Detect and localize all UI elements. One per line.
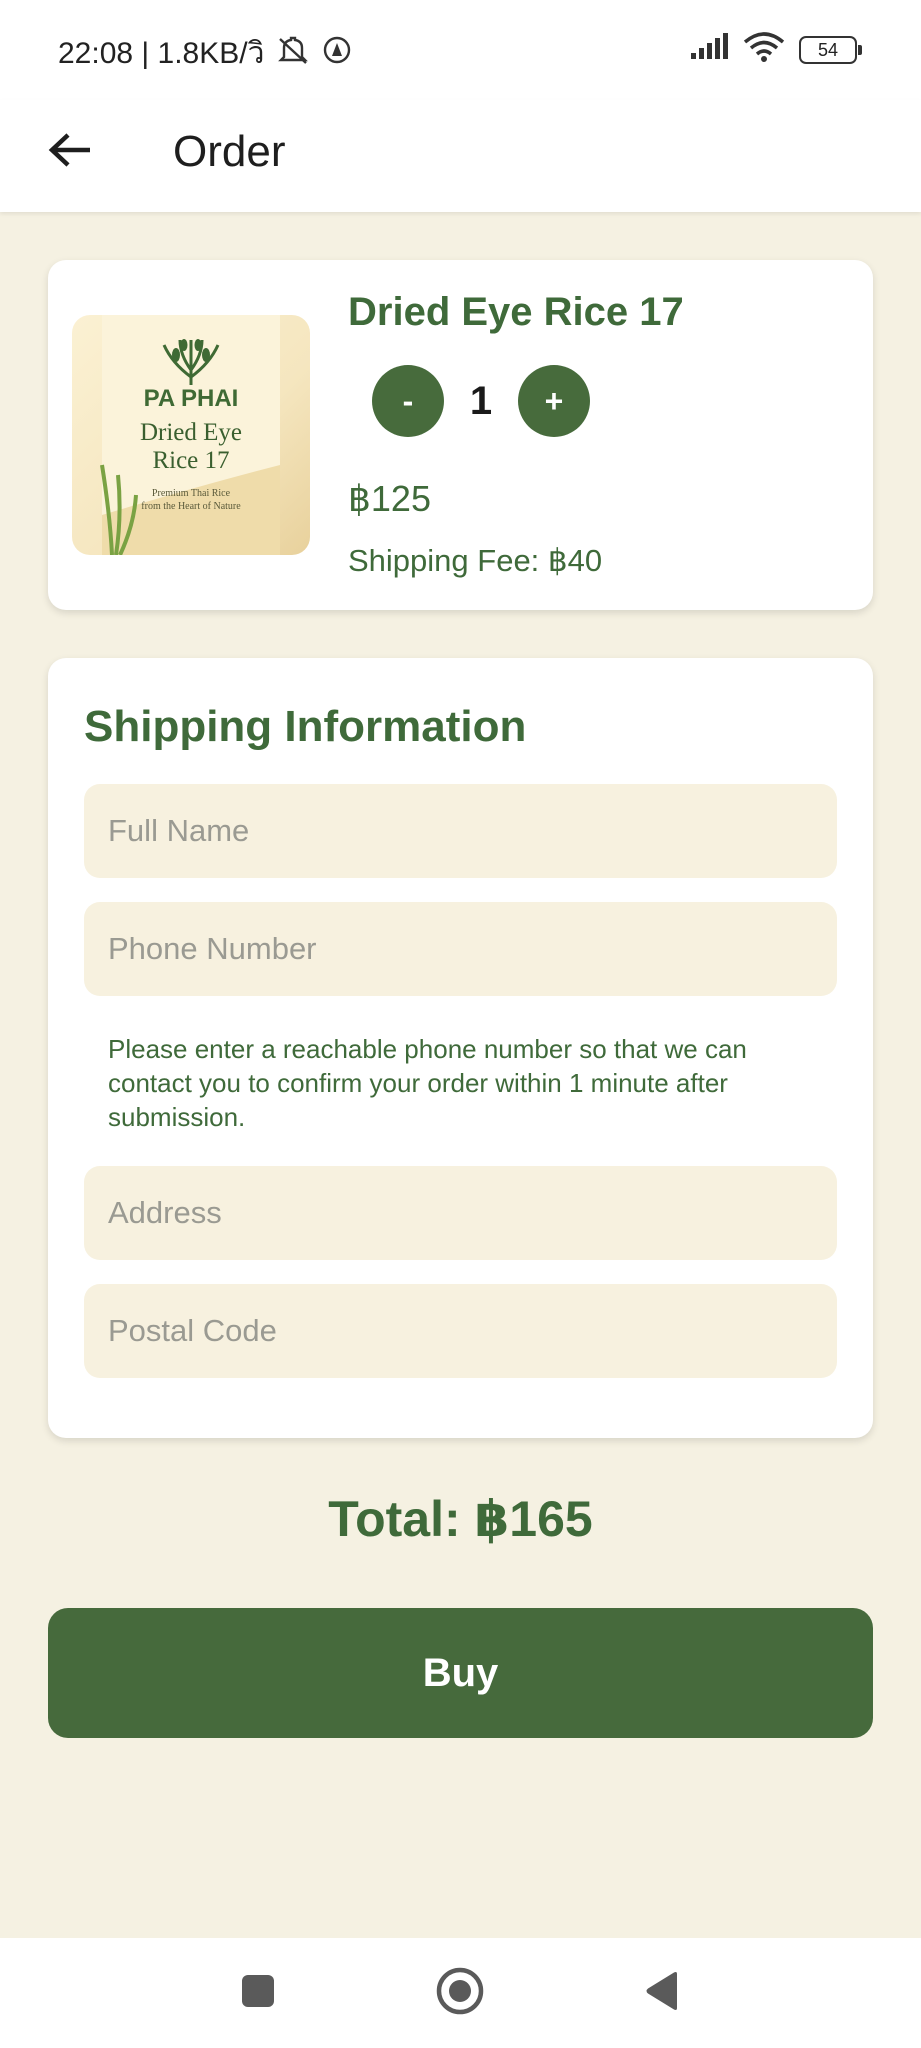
status-time: 22:08 | 1.8KB/วิ <box>58 37 265 70</box>
full-name-input[interactable] <box>84 784 837 878</box>
order-total: Total: ฿165 <box>328 1491 593 1547</box>
quantity-value: 1 <box>469 378 493 423</box>
status-bar: 22:08 | 1.8KB/วิ 54 <box>0 0 921 100</box>
wifi-icon <box>743 32 785 67</box>
nav-back-button[interactable] <box>617 1938 707 2048</box>
signal-icon <box>689 33 729 66</box>
battery-icon: 54 <box>799 35 862 64</box>
package-name-line1: Dried Eye <box>139 419 243 446</box>
status-left: 22:08 | 1.8KB/วิ <box>58 30 352 77</box>
package-tagline-line2: from the Heart of Nature <box>141 501 241 512</box>
arrow-left-icon <box>48 132 92 173</box>
status-right: 54 <box>689 32 862 67</box>
system-nav-bar <box>0 1938 921 2048</box>
increment-button[interactable]: + <box>518 365 590 437</box>
product-card: PA PHAI Dried Eye Rice 17 Premium Thai R… <box>48 260 873 610</box>
triangle-back-icon <box>644 1971 680 2016</box>
postal-code-input[interactable] <box>84 1284 837 1378</box>
address-input[interactable] <box>84 1166 837 1260</box>
shipping-form-card: Shipping Information Please enter a reac… <box>48 658 873 1438</box>
nav-recents-button[interactable] <box>213 1938 303 2048</box>
package-tagline-line1: Premium Thai Rice <box>151 488 231 499</box>
page-title: Order <box>173 127 286 176</box>
circle-icon <box>435 1966 485 2021</box>
back-button[interactable] <box>40 122 100 182</box>
mute-icon <box>276 35 310 73</box>
square-icon <box>240 1973 276 2014</box>
vpn-icon <box>322 35 352 73</box>
package-name-line2: Rice 17 <box>152 447 230 474</box>
product-name: Dried Eye Rice 17 <box>348 290 684 334</box>
buy-button[interactable]: Buy <box>48 1608 873 1738</box>
quantity-stepper: - 1 + <box>372 365 590 437</box>
app-bar: Order <box>0 100 921 212</box>
decrement-button[interactable]: - <box>372 365 444 437</box>
package-tagline: Premium Thai Rice from the Heart of Natu… <box>72 487 310 513</box>
package-brand: PA PHAI <box>143 385 239 412</box>
phone-number-input[interactable] <box>84 902 837 996</box>
package-name: Dried Eye Rice 17 <box>72 419 310 475</box>
shipping-fee: Shipping Fee: ฿40 <box>348 543 603 578</box>
product-price: ฿125 <box>348 478 431 519</box>
nav-home-button[interactable] <box>415 1938 505 2048</box>
phone-hint-text: Please enter a reachable phone number so… <box>108 1034 747 1132</box>
product-image: PA PHAI Dried Eye Rice 17 Premium Thai R… <box>72 315 310 555</box>
shipping-form-title: Shipping Information <box>84 702 527 751</box>
